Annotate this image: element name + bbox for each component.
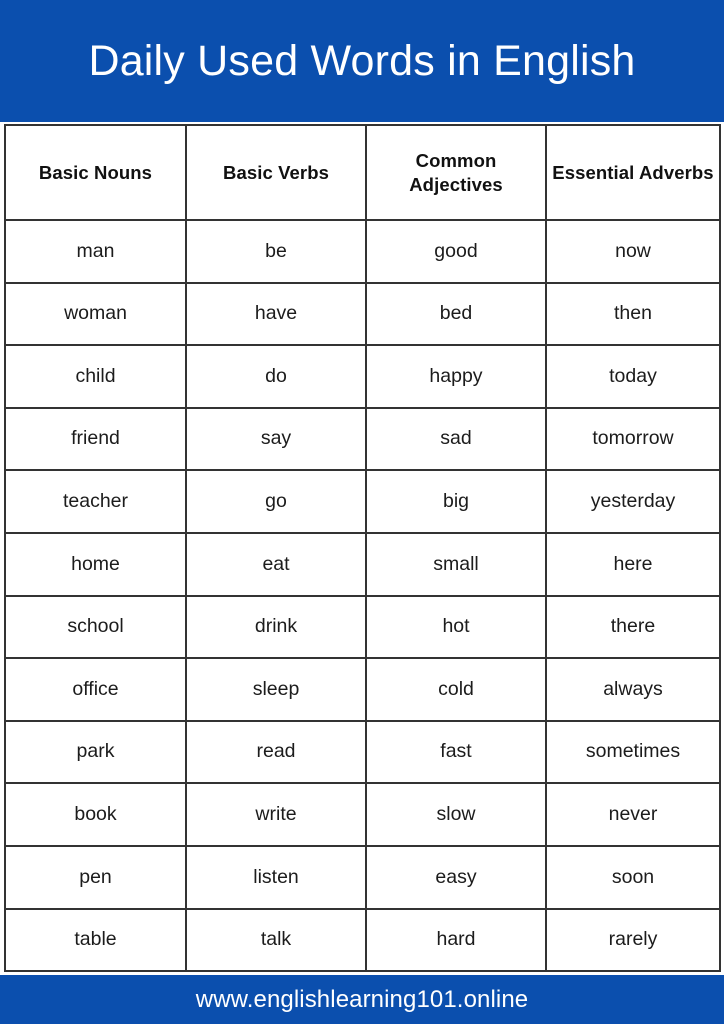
table-cell: say (185, 406, 367, 472)
vocabulary-table: Basic Nouns Basic Verbs Common Adjective… (4, 124, 721, 973)
table-body: man be good now woman have bed then child do happy… (4, 219, 721, 973)
table-cell: tomorrow (545, 406, 721, 472)
table-cell: park (4, 719, 187, 785)
table-row: man be good now (4, 219, 721, 284)
table-row: park read fast sometimes (4, 719, 721, 785)
table-cell: sometimes (545, 719, 721, 785)
table-header: Basic Nouns Basic Verbs Common Adjective… (4, 124, 721, 221)
table-row: book write slow never (4, 782, 721, 847)
table-region: Basic Nouns Basic Verbs Common Adjective… (0, 122, 724, 976)
table-row: child do happy today (4, 344, 721, 409)
table-cell: easy (365, 844, 547, 910)
table-cell: talk (185, 907, 367, 973)
table-cell: rarely (545, 907, 721, 973)
table-cell: table (4, 907, 187, 973)
table-cell: there (545, 594, 721, 660)
table-cell: friend (4, 406, 187, 472)
table-cell: be (185, 219, 367, 284)
table-cell: always (545, 657, 721, 722)
column-header-common-adjectives: Common Adjectives (365, 124, 547, 221)
table-cell: sleep (185, 657, 367, 722)
table-cell: go (185, 469, 367, 534)
column-header-basic-verbs: Basic Verbs (185, 124, 367, 221)
website-url: www.englishlearning101.online (195, 985, 529, 1013)
table-cell: slow (365, 782, 547, 847)
table-cell: drink (185, 594, 367, 660)
page-title: Daily Used Words in English (88, 36, 636, 85)
table-row: friend say sad tomorrow (4, 406, 721, 472)
table-cell: today (545, 344, 721, 409)
table-cell: cold (365, 657, 547, 722)
table-cell: teacher (4, 469, 187, 534)
table-cell: book (4, 782, 187, 847)
table-row: teacher go big yesterday (4, 469, 721, 534)
table-cell: school (4, 594, 187, 660)
table-cell: happy (365, 344, 547, 409)
table-cell: fast (365, 719, 547, 785)
table-row: office sleep cold always (4, 657, 721, 722)
poster-root: Daily Used Words in English Basic Nouns … (0, 0, 724, 1024)
table-cell: office (4, 657, 187, 722)
table-cell: have (185, 281, 367, 347)
table-row: home eat small here (4, 531, 721, 597)
table-cell: small (365, 531, 547, 597)
table-cell: hot (365, 594, 547, 660)
table-cell: good (365, 219, 547, 284)
table-cell: do (185, 344, 367, 409)
table-cell: listen (185, 844, 367, 910)
table-cell: bed (365, 281, 547, 347)
table-row: table talk hard rarely (4, 907, 721, 973)
table-cell: hard (365, 907, 547, 973)
table-cell: soon (545, 844, 721, 910)
table-cell: read (185, 719, 367, 785)
table-cell: pen (4, 844, 187, 910)
table-cell: big (365, 469, 547, 534)
table-cell: home (4, 531, 187, 597)
column-header-essential-adverbs: Essential Adverbs (545, 124, 721, 221)
table-cell: eat (185, 531, 367, 597)
table-cell: now (545, 219, 721, 284)
table-cell: child (4, 344, 187, 409)
table-cell: sad (365, 406, 547, 472)
table-cell: here (545, 531, 721, 597)
table-cell: never (545, 782, 721, 847)
table-row: pen listen easy soon (4, 844, 721, 910)
header-banner: Daily Used Words in English (0, 0, 724, 122)
table-cell: man (4, 219, 187, 284)
footer-banner: www.englishlearning101.online (0, 975, 724, 1024)
table-row: woman have bed then (4, 281, 721, 347)
table-cell: then (545, 281, 721, 347)
table-header-row: Basic Nouns Basic Verbs Common Adjective… (4, 124, 721, 221)
column-header-basic-nouns: Basic Nouns (4, 124, 187, 221)
table-row: school drink hot there (4, 594, 721, 660)
table-cell: woman (4, 281, 187, 347)
table-cell: yesterday (545, 469, 721, 534)
table-cell: write (185, 782, 367, 847)
